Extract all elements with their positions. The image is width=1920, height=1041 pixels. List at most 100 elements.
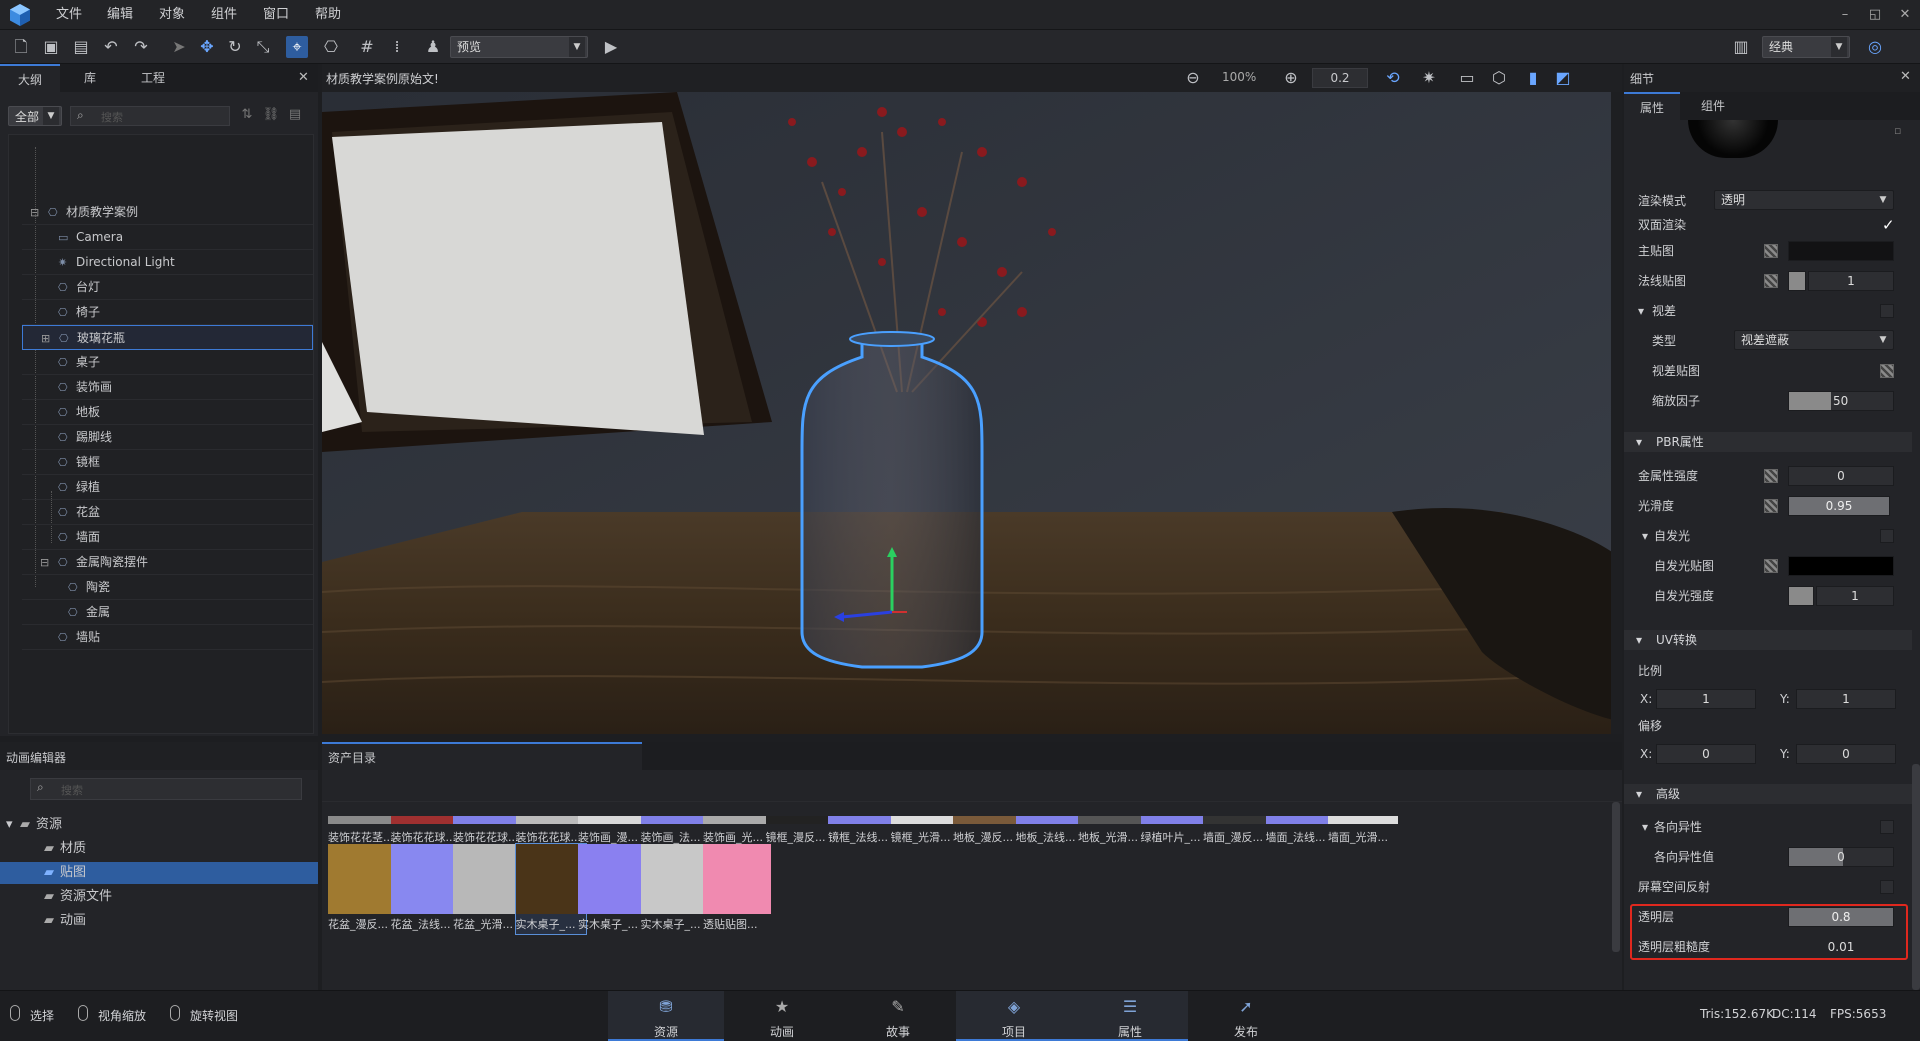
texture-picker-icon[interactable] [1764,469,1778,483]
new-file-icon[interactable]: 🗋 [10,36,32,58]
main-map-slot[interactable] [1788,241,1894,261]
tree-item[interactable]: ⎔ 台灯 [22,275,313,300]
texture-picker-icon[interactable] [1764,244,1778,258]
bottom-tab-project[interactable]: ◈ 项目 [956,991,1072,1041]
tree-item[interactable]: ⎔ 镜框 [22,450,313,475]
asset-scrollbar[interactable] [1612,802,1620,952]
tree-item[interactable]: ▭ Camera [22,225,313,250]
tree-item[interactable]: ⎔ 花盆 [22,500,313,525]
details-scrollbar[interactable] [1912,764,1920,990]
minimize-button[interactable]: – [1832,0,1858,30]
parallax-type-select[interactable]: 视差遮蔽 ▼ [1734,330,1894,350]
emission-color-swatch[interactable] [1788,556,1894,576]
tree-item[interactable]: ⎔ 地板 [22,400,313,425]
bottom-tab-animation[interactable]: ★ 动画 [724,991,840,1041]
tree-item[interactable]: ⊞ ⎔ 玻璃花瓶 [22,325,313,350]
tree-item[interactable]: ⎔ 装饰画 [22,375,313,400]
dot-grid-icon[interactable]: ⁞ [386,36,408,58]
cube-icon[interactable]: ⬡ [1488,67,1510,89]
expand-icon[interactable]: ▾ [1638,296,1644,326]
expand-icon[interactable]: ⊞ [41,326,55,351]
metallic-slider[interactable]: 0 [1788,466,1894,486]
tree-item[interactable]: ⎔ 金属 [22,600,313,625]
tab-outline[interactable]: 大纲 [0,64,60,92]
tab-project[interactable]: 工程 [120,64,186,92]
texture-picker-icon[interactable] [1764,499,1778,513]
snap-value-input[interactable]: 0.2 [1312,68,1368,88]
bottom-tab-publish[interactable]: ➚ 发布 [1188,991,1304,1041]
asset-tile[interactable]: 实木桌子_... [514,843,587,935]
expand-icon[interactable]: ▾ [1642,812,1648,842]
anisotropy-slider[interactable]: 0 [1788,847,1894,867]
menu-help[interactable]: 帮助 [315,0,341,30]
texture-picker-icon[interactable] [1764,274,1778,288]
anim-search-input[interactable]: ⌕ 搜索 [30,778,302,800]
close-icon[interactable]: ✕ [1900,69,1911,84]
play-icon[interactable]: ▶ [600,36,622,58]
scale-factor-slider[interactable]: 50 [1788,391,1894,411]
folder-item[interactable]: ▾ ▰ 资源 [0,814,318,836]
zoom-level[interactable]: 100% [1222,70,1256,84]
bottom-tab-resource[interactable]: ⛃ 资源 [608,991,724,1041]
layout-icon[interactable]: ▥ [1730,36,1752,58]
tab-components[interactable]: 组件 [1680,92,1746,120]
collapse-icon[interactable]: ⊟ [30,200,44,225]
snap-toggle-icon[interactable]: ⟲ [1382,67,1404,89]
tree-item[interactable]: ⎔ 桌子 [22,350,313,375]
layout-select[interactable]: 经典 ▼ [1762,36,1850,58]
uv-offset-y-input[interactable]: 0 [1796,744,1896,764]
asset-tile[interactable]: 实木桌子_... [578,844,648,934]
account-icon[interactable]: ◎ [1864,36,1886,58]
expand-icon[interactable]: ▾ [1642,521,1648,551]
transform-tool-icon[interactable]: ⌖ [286,36,308,58]
advanced-section-header[interactable]: ▾ 高级 [1624,784,1912,804]
rotate-tool-icon[interactable]: ↻ [224,36,246,58]
scene-viewport[interactable] [322,92,1622,734]
close-icon[interactable]: ✕ [298,70,309,85]
folder-item[interactable]: ▰ 材质 [0,838,318,860]
grid-icon[interactable]: # [356,36,378,58]
menu-component[interactable]: 组件 [211,0,237,30]
maximize-button[interactable]: ◱ [1862,0,1888,30]
tree-item[interactable]: ✷ Directional Light [22,250,313,275]
tree-item[interactable]: ⎔ 墙面 [22,525,313,550]
emission-checkbox[interactable] [1880,529,1894,543]
bottom-tab-properties[interactable]: ☰ 属性 [1072,991,1188,1041]
emission-intensity-input[interactable]: 1 [1816,586,1894,606]
scale-tool-icon[interactable]: ⤡ [252,36,274,58]
emission-intensity-swatch[interactable] [1788,586,1814,606]
move-tool-icon[interactable]: ✥ [196,36,218,58]
tree-item[interactable]: ⎔ 墙贴 [22,625,313,650]
bottom-tab-story[interactable]: ✎ 故事 [840,991,956,1041]
filter-icon[interactable]: ▤ [284,104,306,126]
asset-tile[interactable]: 花盆_漫反... [328,844,398,934]
viewport-scrollbar[interactable] [1611,92,1622,734]
tree-item[interactable]: ⎔ 陶瓷 [22,575,313,600]
render-mode-select[interactable]: 透明 ▼ [1714,190,1894,210]
tab-library[interactable]: 库 [60,64,120,92]
texture-picker-icon[interactable] [1880,364,1894,378]
folder-item[interactable]: ▰ 资源文件 [0,886,318,908]
shading-icon[interactable]: ◩ [1552,67,1574,89]
sort-icon[interactable]: ⇅ [236,104,258,126]
anisotropy-checkbox[interactable] [1880,820,1894,834]
tab-properties[interactable]: 属性 [1624,92,1680,120]
parallax-checkbox[interactable] [1880,304,1894,318]
uv-section-header[interactable]: ▾ UV转换 [1624,630,1912,650]
tree-item[interactable]: ⊟ ⎔ 材质教学案例 [22,200,313,225]
save-icon[interactable]: ▣ [40,36,62,58]
asset-tile[interactable]: 花盆_法线... [390,844,461,934]
tree-item[interactable]: ⎔ 椅子 [22,300,313,325]
uv-offset-x-input[interactable]: 0 [1656,744,1756,764]
link-icon[interactable]: ⛓ [260,104,282,126]
smoothness-slider[interactable]: 0.95 [1788,496,1890,516]
folder-item[interactable]: ▰ 动画 [0,910,318,932]
person-icon[interactable]: ♟ [422,36,444,58]
tree-item[interactable]: ⎔ 踢脚线 [22,425,313,450]
menu-window[interactable]: 窗口 [263,0,289,30]
filter-select[interactable]: 全部 ▼ [8,106,62,126]
outline-search-input[interactable]: ⌕ 搜索 [70,106,230,126]
asset-tile[interactable]: 实木桌子_... [640,844,711,934]
preview-mode-select[interactable]: 预览 ▼ [450,36,588,58]
tree-item[interactable]: ⊟ ⎔ 金属陶瓷摆件 [22,550,313,575]
